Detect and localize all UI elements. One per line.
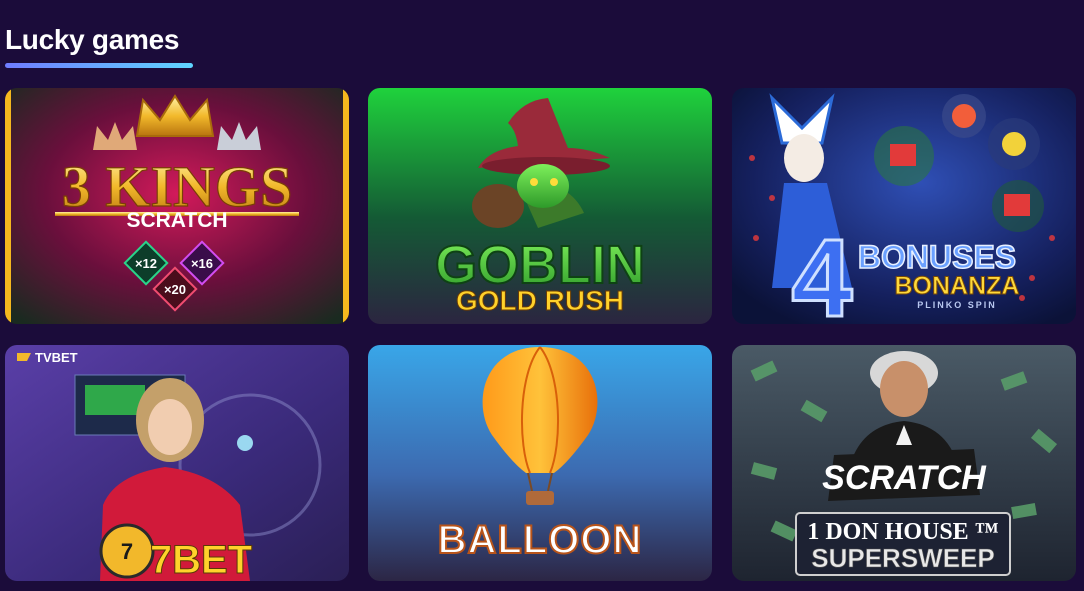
svg-text:7: 7 — [121, 539, 133, 564]
section-title: Lucky games — [5, 24, 180, 55]
game-subtitle: GOLD RUSH — [456, 285, 624, 316]
game-thumbnail: TVBET 7 7BET — [5, 345, 349, 581]
game-card-goblin-gold-rush[interactable]: GOBLIN GOLD RUSH — [368, 88, 712, 324]
game-subtitle: SUPERSWEEP — [811, 543, 995, 573]
games-grid: 3 KINGS SCRATCH ×12 ×16 ×20 GOBLIN GOLD … — [5, 88, 1076, 581]
provider-label: TVBET — [35, 350, 78, 365]
game-tagline: PLINKO SPIN — [917, 300, 997, 310]
game-subtitle: SCRATCH — [126, 209, 227, 232]
game-thumbnail: 4 BONUSES BONANZA PLINKO SPIN — [732, 88, 1076, 324]
title-underline — [5, 63, 193, 68]
multiplier-badge: ×16 — [191, 256, 213, 271]
game-card-balloon[interactable]: BALLOON — [368, 345, 712, 581]
game-card-7bet[interactable]: TVBET 7 7BET — [5, 345, 349, 581]
game-title: 1 DON HOUSE ™ — [807, 519, 998, 545]
game-thumbnail: 3 KINGS SCRATCH ×12 ×16 ×20 — [5, 88, 349, 324]
game-card-4-bonuses-bonanza[interactable]: 4 BONUSES BONANZA PLINKO SPIN — [732, 88, 1076, 324]
game-subtitle: BONANZA — [895, 272, 1020, 300]
game-title: 7BET — [150, 538, 252, 581]
game-thumbnail: BALLOON — [368, 345, 712, 581]
game-title: BALLOON — [438, 518, 643, 562]
scratch-badge: SCRATCH — [822, 449, 987, 501]
game-title: BONUSES — [858, 239, 1016, 275]
game-card-3-kings-scratch[interactable]: 3 KINGS SCRATCH ×12 ×16 ×20 — [5, 88, 349, 324]
game-card-1-don-house-supersweep[interactable]: SCRATCH 1 DON HOUSE ™ SUPERSWEEP — [732, 345, 1076, 581]
multiplier-badge: ×12 — [135, 256, 157, 271]
multiplier-badge: ×20 — [164, 282, 186, 297]
game-title-number: 4 — [791, 217, 852, 324]
game-thumbnail: GOBLIN GOLD RUSH — [368, 88, 712, 324]
badge-label: SCRATCH — [822, 459, 987, 497]
game-thumbnail: SCRATCH 1 DON HOUSE ™ SUPERSWEEP — [732, 345, 1076, 581]
